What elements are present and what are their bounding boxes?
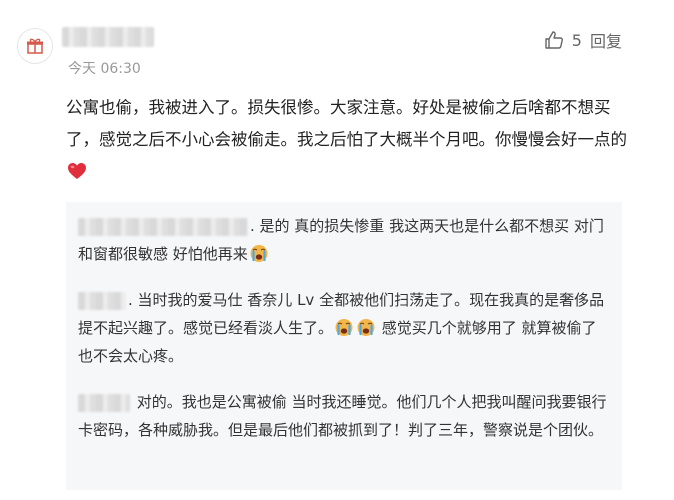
username-redacted[interactable]	[62, 27, 154, 47]
comment-body: 公寓也偷，我被进入了。损失很惨。大家注意。好处是被偷之后啥都不想买了，感觉之后不…	[66, 92, 640, 188]
like-count: 5	[571, 30, 582, 50]
reply-item: 对的。我也是公寓被偷 当时我还睡觉。他们几个人把我叫醒问我要银行卡密码，各种威胁…	[78, 388, 608, 444]
reply-item: . 当时我的爱马仕 香奈儿 Lv 全都被他们扫荡走了。现在我真的是奢侈品提不起兴…	[78, 286, 608, 370]
like-button[interactable]: 5	[544, 30, 582, 50]
reply-button[interactable]: 回复	[590, 28, 622, 52]
reply-username-redacted[interactable]	[78, 291, 126, 310]
red-heart-emoji	[68, 163, 86, 179]
loudly-crying-face-emoji	[335, 319, 353, 336]
thumbs-up-icon	[545, 31, 563, 49]
comment-actions: 5 回复	[544, 28, 622, 52]
reply-list: . 是的 真的损失惨重 我这两天也是什么都不想买 对门和窗都很敏感 好怕他再来 …	[66, 202, 622, 490]
reply-username-redacted[interactable]	[78, 217, 248, 236]
loudly-crying-face-emoji	[250, 245, 268, 262]
comment-time: 今天 06:30	[68, 61, 141, 77]
reply-text: 对的。我也是公寓被偷 当时我还睡觉。他们几个人把我叫醒问我要银行卡密码，各种威胁…	[78, 393, 607, 439]
loudly-crying-face-emoji	[357, 319, 375, 336]
comment-text: 公寓也偷，我被进入了。损失很惨。大家注意。好处是被偷之后啥都不想买了，感觉之后不…	[66, 98, 627, 149]
avatar[interactable]	[17, 28, 53, 64]
reply-username-redacted[interactable]	[78, 393, 130, 412]
reply-item: . 是的 真的损失惨重 我这两天也是什么都不想买 对门和窗都很敏感 好怕他再来	[78, 212, 608, 268]
gift-icon	[27, 38, 43, 54]
